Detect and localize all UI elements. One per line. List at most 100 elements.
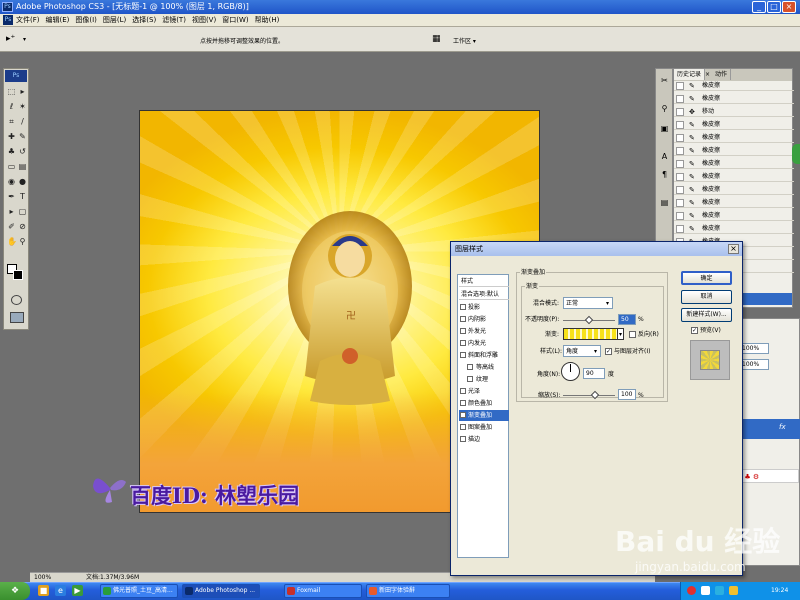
tab-actions[interactable]: 动作 (712, 69, 731, 80)
history-step[interactable]: ✎ 橡皮擦 (674, 185, 794, 195)
style-item[interactable]: 混合选项:默认 (459, 289, 509, 300)
history-step[interactable]: ✎ 橡皮擦 (674, 120, 794, 130)
gradient-dropdown-icon[interactable]: ▾ (617, 328, 624, 340)
angle-dial[interactable] (561, 362, 580, 381)
history-snapshot-checkbox[interactable] (676, 82, 684, 90)
style-item[interactable]: 斜面和浮雕 (459, 350, 509, 361)
tray-network-icon[interactable] (701, 586, 710, 595)
quick-mask-icon[interactable] (11, 295, 22, 305)
style-item[interactable]: 内发光 (459, 338, 509, 349)
style-item-checkbox[interactable] (467, 364, 473, 370)
history-snapshot-checkbox[interactable] (676, 160, 684, 168)
layer-opacity-field[interactable]: 100% (739, 343, 769, 354)
tray-app-icon[interactable] (687, 586, 696, 595)
history-snapshot-checkbox[interactable] (676, 121, 684, 129)
dodge-tool-icon[interactable]: ● (18, 177, 27, 186)
history-snapshot-checkbox[interactable] (676, 212, 684, 220)
notes-tool-icon[interactable]: ✐ (7, 222, 16, 231)
history-step[interactable]: ✎ 橡皮擦 (674, 81, 794, 91)
preview-checkbox[interactable]: ✓ (691, 327, 698, 334)
background-color-swatch[interactable] (13, 270, 23, 280)
history-step[interactable]: ✎ 橡皮擦 (674, 94, 794, 104)
brush-tool-icon[interactable]: ✎ (18, 132, 27, 141)
tab-history[interactable]: 历史记录 (674, 69, 706, 80)
tray-volume-icon[interactable] (729, 586, 738, 595)
taskbar-button[interactable]: Foxmail (284, 584, 362, 598)
style-item[interactable]: 等高线 (459, 362, 509, 373)
move-tool-icon[interactable]: ▸⁺ (6, 34, 15, 44)
menu-item[interactable]: 帮助(H) (255, 14, 280, 27)
tray-qq-icon[interactable] (715, 586, 724, 595)
style-item[interactable]: 投影 (459, 302, 509, 313)
style-item[interactable]: 描边 (459, 434, 509, 445)
clone-icon[interactable]: ▣ (659, 123, 670, 134)
ok-button[interactable]: 确定 (681, 271, 732, 285)
history-snapshot-checkbox[interactable] (676, 199, 684, 207)
path-select-icon[interactable]: ▸ (7, 207, 16, 216)
start-button[interactable]: ❖ (0, 582, 30, 600)
workspace-menu[interactable]: 工作区 ▾ (453, 36, 476, 45)
crop-tool-icon[interactable]: ⌗ (7, 117, 16, 126)
history-snapshot-checkbox[interactable] (676, 186, 684, 194)
magic-wand-icon[interactable]: ✶ (18, 102, 27, 111)
layer-fill-field[interactable]: 100% (739, 359, 769, 370)
opacity-field[interactable]: 50 (618, 314, 636, 325)
style-item[interactable]: ✓ 渐变叠加 (459, 410, 509, 421)
eyedropper-icon[interactable]: ⊘ (18, 222, 27, 231)
history-step[interactable]: ✎ 橡皮擦 (674, 146, 794, 156)
history-step[interactable]: ✎ 橡皮擦 (674, 172, 794, 182)
gradient-tool-icon[interactable]: ▤ (18, 162, 27, 171)
lasso-tool-icon[interactable]: ℓ (7, 102, 16, 111)
history-snapshot-checkbox[interactable] (676, 147, 684, 155)
eraser-tool-icon[interactable]: ▭ (7, 162, 16, 171)
ps-menu-icon[interactable]: Ps (3, 15, 13, 25)
gradient-swatch[interactable] (563, 328, 618, 340)
align-with-layer-checkbox[interactable]: ✓ (605, 348, 612, 355)
style-item-checkbox[interactable]: ✓ (460, 412, 466, 419)
close-button[interactable]: × (782, 1, 796, 13)
palette-well-icon[interactable]: ▦ (432, 34, 441, 44)
taskbar-button[interactable]: 佛光普照_土豆_高清... (100, 584, 178, 598)
clone-stamp-icon[interactable]: ♣ (7, 147, 16, 156)
dialog-close-button[interactable]: × (728, 244, 739, 254)
history-step[interactable]: ✎ 橡皮擦 (674, 159, 794, 169)
history-step[interactable]: ✎ 橡皮擦 (674, 224, 794, 234)
style-item-checkbox[interactable] (460, 400, 466, 406)
style-item-checkbox[interactable] (460, 424, 466, 430)
menu-item[interactable]: 窗口(W) (222, 14, 248, 27)
style-item[interactable]: 样式 (459, 276, 509, 287)
shape-tool-icon[interactable]: ▢ (18, 207, 27, 216)
style-item-checkbox[interactable] (460, 304, 466, 310)
history-brush-icon[interactable]: ↺ (18, 147, 27, 156)
menu-item[interactable]: 图层(L) (103, 14, 126, 27)
minimize-button[interactable]: _ (752, 1, 766, 13)
style-item-checkbox[interactable] (467, 376, 473, 382)
history-snapshot-checkbox[interactable] (676, 108, 684, 116)
history-snapshot-checkbox[interactable] (676, 134, 684, 142)
healing-brush-icon[interactable]: ✚ (7, 132, 16, 141)
menu-item[interactable]: 图像(I) (75, 14, 97, 27)
hand-tool-icon[interactable]: ✋ (7, 237, 17, 246)
screen-mode-icon[interactable] (10, 312, 24, 323)
blend-mode-select[interactable]: 正常 ▾ (563, 297, 613, 309)
style-item-checkbox[interactable] (460, 436, 466, 442)
maximize-button[interactable]: □ (767, 1, 781, 13)
history-step[interactable]: ✎ 橡皮擦 (674, 133, 794, 143)
style-item-checkbox[interactable] (460, 316, 466, 322)
history-step[interactable]: ✎ 橡皮擦 (674, 198, 794, 208)
history-snapshot-checkbox[interactable] (676, 173, 684, 181)
menu-item[interactable]: 滤镜(T) (162, 14, 186, 27)
zoom-tool-icon[interactable]: ⚲ (18, 237, 27, 246)
paragraph-icon[interactable]: ¶ (659, 169, 670, 180)
menu-item[interactable]: 编辑(E) (46, 14, 70, 27)
angle-field[interactable]: 90 (583, 368, 605, 379)
pen-tool-icon[interactable]: ✒ (7, 192, 16, 201)
marquee-tool-icon[interactable]: ⬚ (7, 87, 16, 96)
style-item-checkbox[interactable] (460, 388, 466, 394)
cancel-button[interactable]: 取消 (681, 290, 732, 304)
style-item[interactable]: 外发光 (459, 326, 509, 337)
character-icon[interactable]: A (659, 151, 670, 162)
type-tool-icon[interactable]: T (18, 192, 27, 201)
ie-icon[interactable]: e (55, 585, 66, 596)
menu-item[interactable]: 视图(V) (192, 14, 216, 27)
